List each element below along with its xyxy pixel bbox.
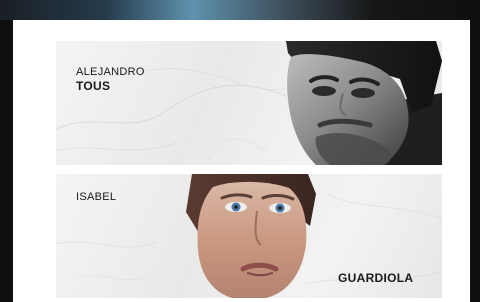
top-banner-strip [0,0,480,20]
cast-card-isabel-guardiola[interactable]: ISABEL GUARDIOLA [56,174,442,298]
actor-portrait-photo [286,41,442,165]
actor-first-name: ALEJANDRO [76,66,145,78]
cast-card-alejandro-tous[interactable]: ALEJANDRO TOUS [56,41,442,165]
page: ALEJANDRO TOUS ISABEL GUARDIOLA [0,0,480,302]
actor-first-name: ISABEL [76,191,117,203]
actress-portrait-photo [186,174,316,298]
actor-last-name: TOUS [76,79,111,93]
